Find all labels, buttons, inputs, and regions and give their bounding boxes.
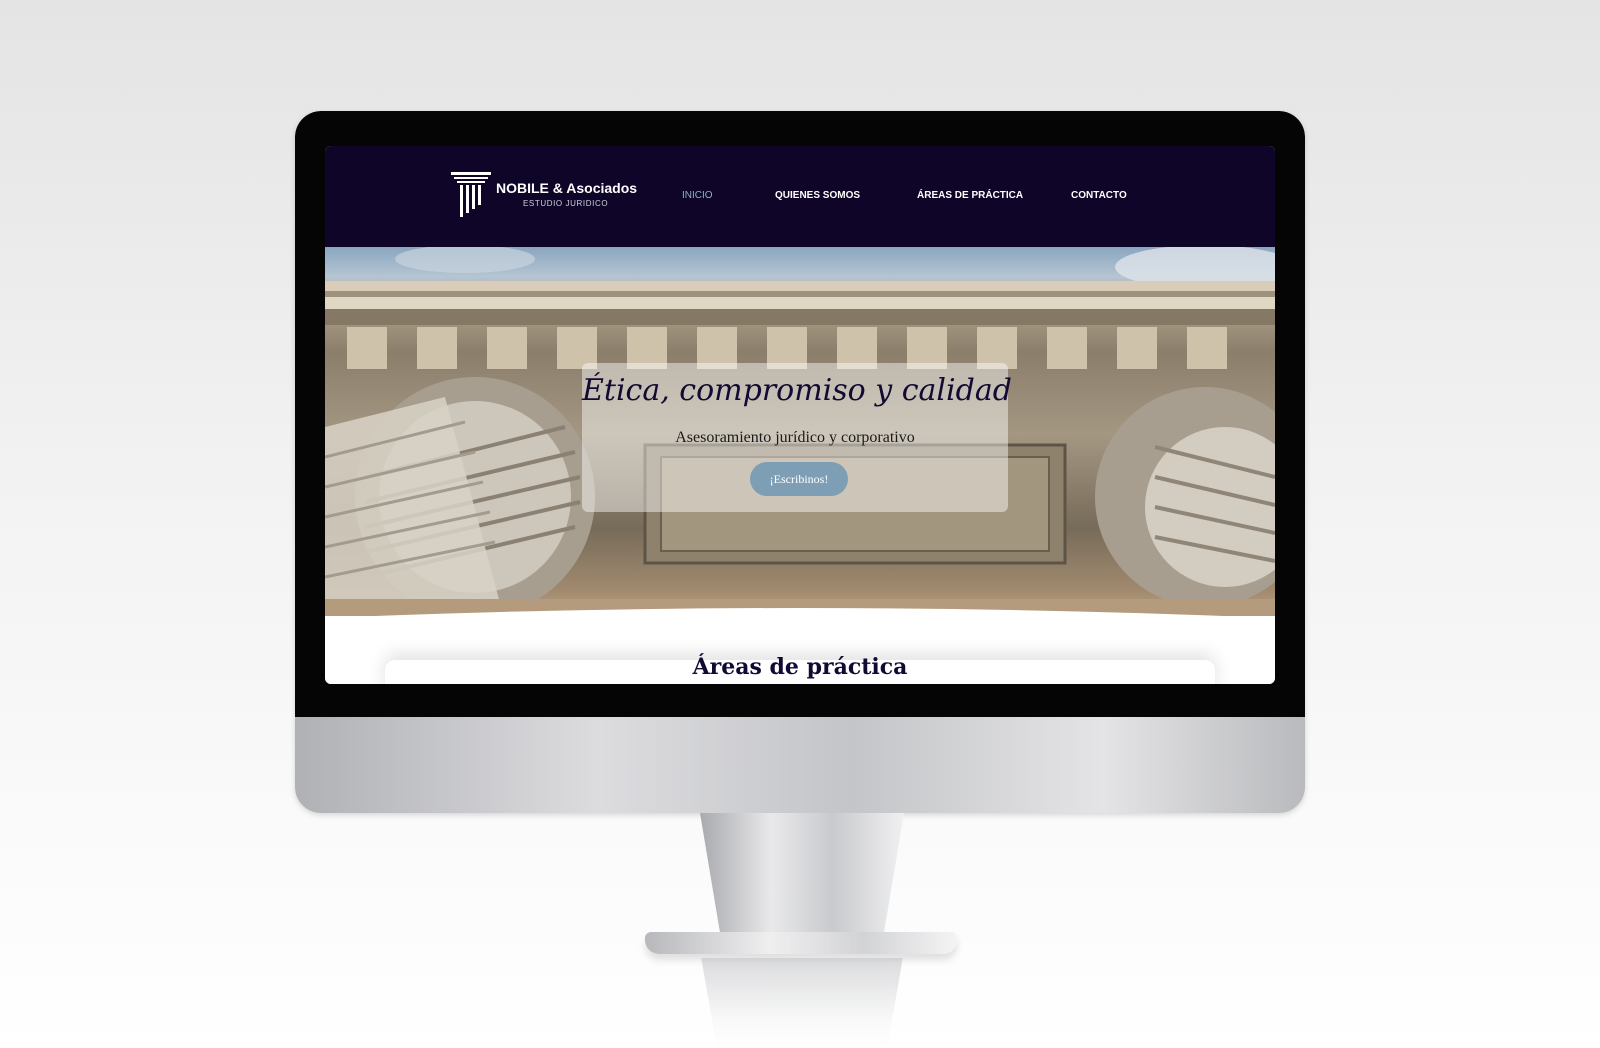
stand-reflection: [701, 958, 903, 1048]
monitor-chin: [295, 717, 1305, 813]
hero-card: Ética, compromiso y calidad Asesoramient…: [582, 363, 1012, 512]
section-heading: Áreas de práctica: [692, 654, 908, 680]
hero-subtitle: Asesoramiento jurídico y corporativo: [675, 429, 915, 446]
hero-banner: Ética, compromiso y calidad Asesoramient…: [325, 247, 1275, 622]
hero-title: Ética, compromiso y calidad: [582, 373, 1012, 408]
monitor: NOBILE & Asociados ESTUDIO JURIDICO INIC…: [295, 111, 1305, 813]
content-area: Áreas de práctica: [325, 616, 1275, 684]
monitor-bezel: NOBILE & Asociados ESTUDIO JURIDICO INIC…: [295, 111, 1305, 717]
monitor-stand-neck: [700, 813, 904, 935]
site-header: NOBILE & Asociados ESTUDIO JURIDICO INIC…: [325, 146, 1275, 247]
contact-cta-button[interactable]: ¡Escribinos!: [750, 462, 848, 496]
nav-item-inicio[interactable]: INICIO: [682, 190, 713, 201]
nav-item-contacto[interactable]: CONTACTO: [1071, 190, 1127, 201]
main-nav: INICIO QUIENES SOMOS ÁREAS DE PRÁCTICA C…: [325, 190, 1275, 204]
nav-item-quienes-somos[interactable]: QUIENES SOMOS: [775, 190, 860, 201]
nav-item-areas-de-practica[interactable]: ÁREAS DE PRÁCTICA: [917, 190, 1023, 201]
website-screen: NOBILE & Asociados ESTUDIO JURIDICO INIC…: [325, 146, 1275, 684]
monitor-stand-base: [645, 932, 957, 954]
